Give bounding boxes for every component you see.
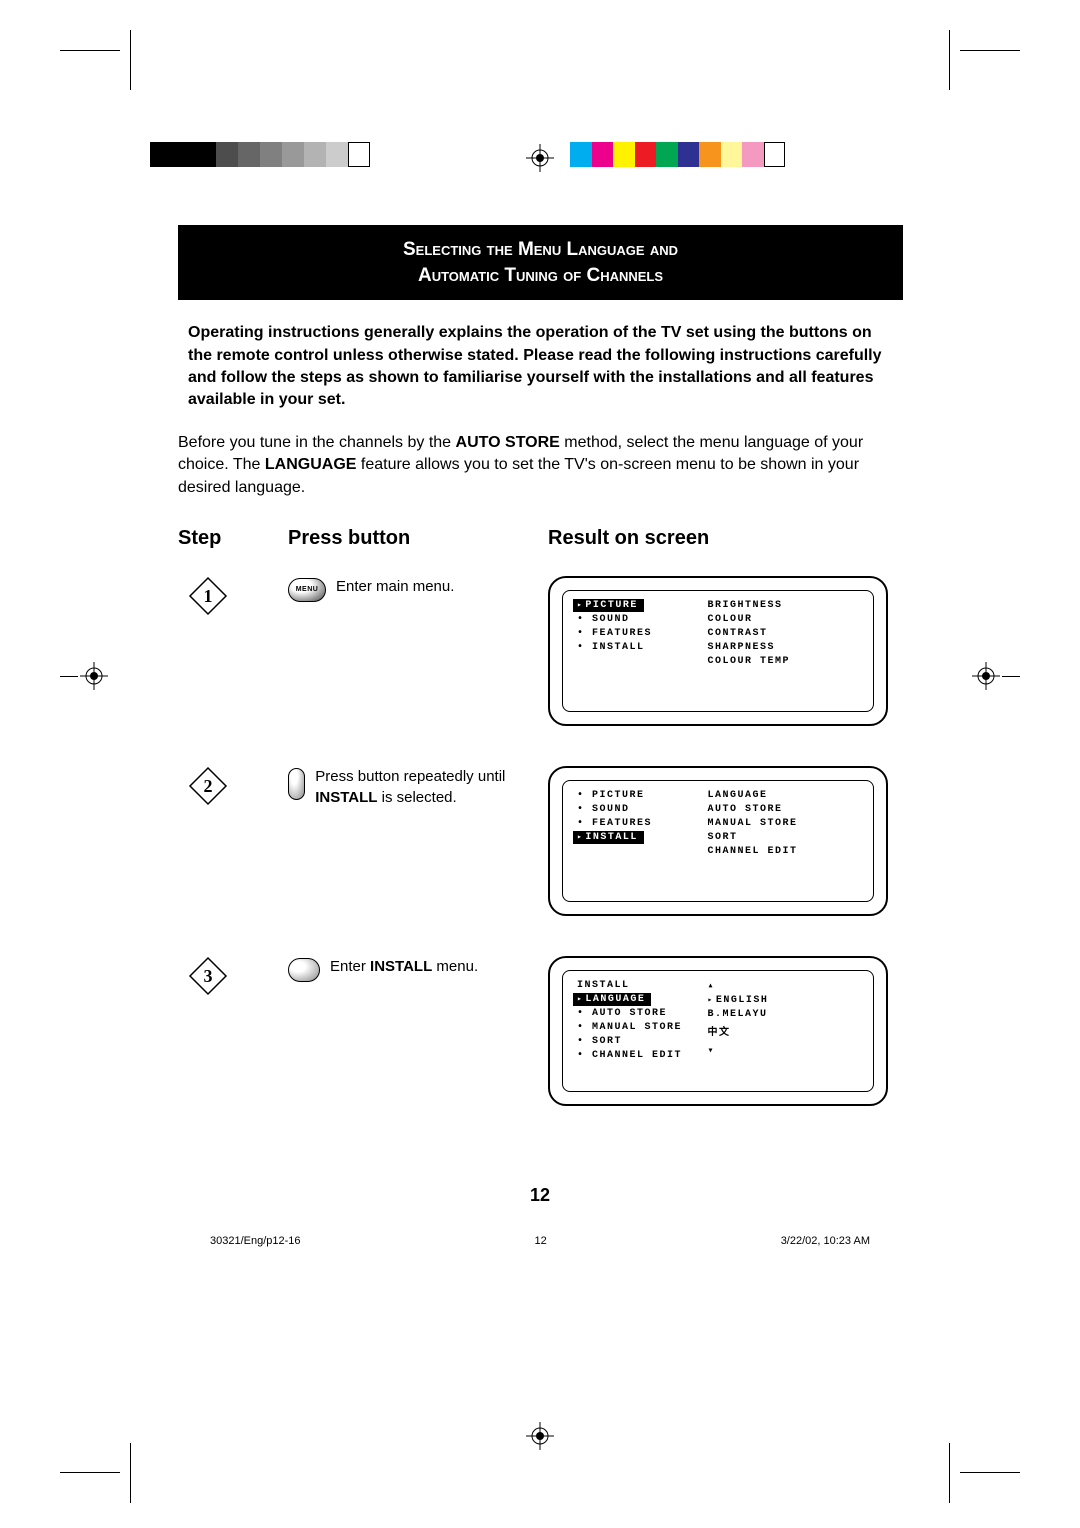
crop-mark	[1002, 676, 1020, 677]
header-press-button: Press button	[288, 527, 548, 550]
title-line-2: Automatic Tuning of Channels	[178, 263, 903, 289]
step-row-2: 2 Press button repeatedly until INSTALL …	[178, 766, 903, 916]
footer-left: 30321/Eng/p12-16	[210, 1235, 301, 1247]
step-number-icon: 1	[188, 576, 228, 616]
crop-mark	[60, 50, 120, 51]
color-bar	[570, 142, 785, 167]
crop-mark	[960, 1472, 1020, 1473]
header-result: Result on screen	[548, 527, 898, 550]
step-row-3: 3 Enter INSTALL menu. INSTALLLANGUAGEAUT…	[178, 956, 903, 1106]
step-number-icon: 2	[188, 766, 228, 806]
crop-mark	[949, 1443, 950, 1503]
step-number-icon: 3	[188, 956, 228, 996]
page-number: 12	[0, 1185, 1080, 1206]
title-line-1: Selecting the Menu Language and	[178, 237, 903, 263]
registration-mark-icon	[80, 662, 108, 690]
menu-button-icon: MENU	[288, 578, 326, 602]
registration-mark-icon	[972, 662, 1000, 690]
registration-mark-icon	[526, 144, 554, 172]
step-2-text: Press button repeatedly until INSTALL is…	[315, 766, 548, 808]
page-content: Selecting the Menu Language and Automati…	[178, 225, 903, 1106]
registration-mark-icon	[526, 1422, 554, 1450]
crop-mark	[130, 1443, 131, 1503]
column-headers: Step Press button Result on screen	[178, 527, 903, 550]
result-screen-1: PICTURESOUNDFEATURESINSTALLBRIGHTNESSCOL…	[548, 576, 888, 726]
step-row-1: 1 MENU Enter main menu. PICTURESOUNDFEAT…	[178, 576, 903, 726]
result-screen-2: PICTURESOUNDFEATURESINSTALLLANGUAGEAUTO …	[548, 766, 888, 916]
footer-right: 3/22/02, 10:23 AM	[781, 1235, 870, 1247]
down-button-icon	[288, 768, 305, 800]
footer: 30321/Eng/p12-16 12 3/22/02, 10:23 AM	[210, 1235, 870, 1247]
header-step: Step	[178, 527, 288, 550]
crop-mark	[60, 1472, 120, 1473]
crop-mark	[130, 30, 131, 90]
intro-paragraph: Before you tune in the channels by the A…	[178, 432, 903, 499]
step-1-text: Enter main menu.	[336, 576, 454, 597]
section-title: Selecting the Menu Language and Automati…	[178, 225, 903, 300]
right-button-icon	[288, 958, 320, 982]
crop-mark	[949, 30, 950, 90]
crop-mark	[60, 676, 78, 677]
result-screen-3: INSTALLLANGUAGEAUTO STOREMANUAL STORESOR…	[548, 956, 888, 1106]
grayscale-bar	[150, 142, 370, 167]
crop-mark	[960, 50, 1020, 51]
footer-center: 12	[534, 1235, 546, 1247]
intro-paragraph-bold: Operating instructions generally explain…	[188, 322, 893, 412]
step-3-text: Enter INSTALL menu.	[330, 956, 478, 977]
